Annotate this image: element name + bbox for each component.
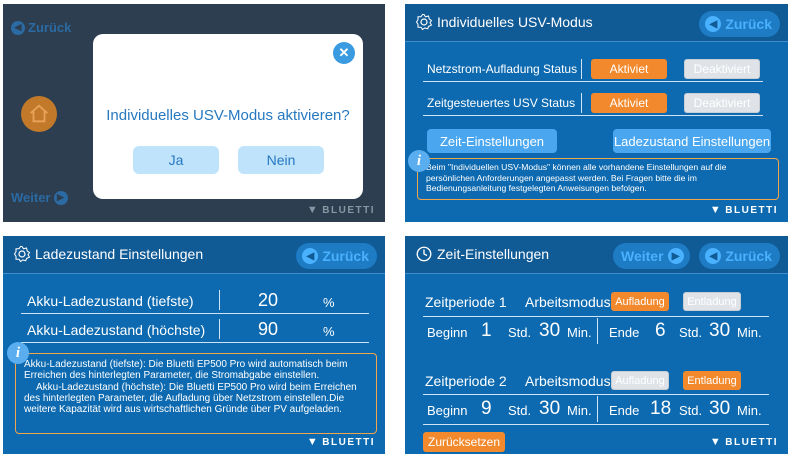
- arrow-left-icon: ◀: [302, 248, 319, 264]
- soc-max-label: Akku-Ladezustand (höchste): [27, 322, 206, 338]
- header: Ladezustand Einstellungen ◀ Zurück: [3, 236, 385, 274]
- divider: [219, 290, 220, 310]
- divider: [597, 396, 598, 422]
- divider: [581, 93, 582, 113]
- confirm-dialog-screen: ◀ Zurück Weiter ▶ ✕ Individuelles USV-Mo…: [3, 4, 385, 222]
- charge-settings-button[interactable]: Ladezustand Einstellungen: [613, 129, 771, 153]
- period-2-charge-button[interactable]: Aufladung: [611, 371, 669, 390]
- close-icon[interactable]: ✕: [333, 42, 355, 64]
- mode-label: Arbeitsmodus:: [525, 294, 615, 310]
- period-2-discharge-button[interactable]: Entladung: [683, 371, 741, 390]
- divider: [597, 318, 598, 344]
- hour-label: Std.: [508, 325, 532, 340]
- grid-charge-activate-button[interactable]: Aktiviet: [591, 59, 667, 79]
- next-button-dimmed[interactable]: Weiter ▶: [11, 190, 68, 205]
- confirm-dialog: ✕ Individuelles USV-Modus aktivieren? Ja…: [93, 34, 363, 199]
- arrow-left-icon: ◀: [11, 20, 25, 35]
- back-button-dimmed[interactable]: ◀ Zurück: [11, 20, 71, 35]
- clock-icon: [416, 246, 432, 262]
- hour-label: Std.: [679, 325, 703, 340]
- yes-button[interactable]: Ja: [133, 146, 219, 174]
- end-label: Ende: [609, 325, 640, 340]
- begin-label: Beginn: [427, 403, 468, 418]
- bluetti-logo: ▼ BLUETTI: [306, 204, 375, 216]
- mode-label: Arbeitsmodus:: [525, 373, 615, 389]
- bluetti-logo: ▼ BLUETTI: [709, 204, 778, 216]
- bluetti-logo: ▼ BLUETTI: [709, 436, 778, 448]
- hour-label: Std.: [508, 403, 532, 418]
- bluetti-logo: ▼ BLUETTI: [306, 436, 375, 448]
- info-text: Beim "Individuellen USV-Modus" können al…: [426, 162, 727, 193]
- info-box: Beim "Individuellen USV-Modus" können al…: [417, 158, 779, 200]
- begin-label: Beginn: [427, 325, 468, 340]
- grid-charge-deactivate-button[interactable]: Deaktiviert: [684, 59, 760, 79]
- time-settings-screen: Zeit-Einstellungen Weiter ▶ ◀ Zurück Zei…: [405, 236, 788, 454]
- divider: [21, 313, 369, 314]
- divider: [423, 316, 769, 317]
- info-box: Akku-Ladezustand (tiefste): Die Bluetti …: [15, 353, 377, 434]
- period-2-label: Zeitperiode 2: [425, 373, 507, 389]
- time-settings-button[interactable]: Zeit-Einstellungen: [427, 129, 557, 153]
- arrow-left-icon: ◀: [705, 16, 722, 32]
- end-label: Ende: [609, 403, 640, 418]
- info-icon: i: [7, 342, 29, 364]
- min-label: Min.: [737, 325, 762, 340]
- soc-min-label: Akku-Ladezustand (tiefste): [27, 293, 194, 309]
- info-text-1: Akku-Ladezustand (tiefste): Die Bluetti …: [24, 359, 348, 382]
- arrow-right-icon: ▶: [667, 248, 684, 264]
- min-label: Min.: [567, 403, 592, 418]
- back-button[interactable]: ◀ Zurück: [296, 243, 377, 269]
- period-2-begin-hour[interactable]: 9: [481, 398, 492, 420]
- gear-icon: [13, 245, 31, 263]
- period-2-begin-min[interactable]: 30: [539, 398, 560, 420]
- header: Zeit-Einstellungen Weiter ▶ ◀ Zurück: [405, 236, 788, 274]
- divider: [423, 394, 769, 395]
- reset-button[interactable]: Zurücksetzen: [423, 432, 505, 452]
- soc-min-value[interactable]: 20: [258, 290, 278, 311]
- home-icon: [30, 104, 48, 123]
- dialog-question: Individuelles USV-Modus aktivieren?: [106, 107, 350, 124]
- ups-mode-screen: Individuelles USV-Modus ◀ Zurück Netzstr…: [405, 4, 788, 222]
- header: Individuelles USV-Modus ◀ Zurück: [405, 4, 788, 42]
- info-text-2: Akku-Ladezustand (höchste): Die Bluetti …: [24, 382, 357, 416]
- divider: [423, 424, 769, 425]
- period-2-end-hour[interactable]: 18: [650, 398, 671, 420]
- grid-charge-status-label: Netzstrom-Aufladung Status: [427, 62, 578, 76]
- soc-max-value[interactable]: 90: [258, 319, 278, 340]
- divider: [581, 59, 582, 79]
- gear-icon: [415, 13, 433, 31]
- back-button[interactable]: ◀ Zurück: [699, 243, 780, 269]
- home-button[interactable]: [21, 96, 57, 132]
- soc-min-unit: %: [323, 295, 335, 310]
- hour-label: Std.: [679, 403, 703, 418]
- timed-ups-status-label: Zeitgesteuertes USV Status: [427, 96, 576, 110]
- period-1-label: Zeitperiode 1: [425, 294, 507, 310]
- period-1-begin-hour[interactable]: 1: [481, 320, 492, 342]
- min-label: Min.: [567, 325, 592, 340]
- divider: [423, 81, 763, 82]
- period-1-end-min[interactable]: 30: [709, 320, 730, 342]
- arrow-left-icon: ◀: [705, 248, 722, 264]
- period-2-end-min[interactable]: 30: [709, 398, 730, 420]
- page-title: Ladezustand Einstellungen: [35, 246, 204, 262]
- period-1-end-hour[interactable]: 6: [655, 320, 666, 342]
- next-button[interactable]: Weiter ▶: [613, 243, 690, 269]
- page-title: Individuelles USV-Modus: [437, 14, 593, 30]
- charge-state-screen: Ladezustand Einstellungen ◀ Zurück Akku-…: [3, 236, 385, 454]
- divider: [219, 319, 220, 339]
- arrow-right-icon: ▶: [53, 190, 68, 205]
- back-button[interactable]: ◀ Zurück: [699, 11, 780, 37]
- divider: [21, 342, 369, 343]
- timed-ups-activate-button[interactable]: Aktiviet: [591, 93, 667, 113]
- period-1-discharge-button[interactable]: Entladung: [683, 292, 741, 311]
- soc-max-unit: %: [323, 324, 335, 339]
- page-title: Zeit-Einstellungen: [437, 246, 550, 262]
- period-1-charge-button[interactable]: Aufladung: [611, 292, 669, 311]
- no-button[interactable]: Nein: [238, 146, 324, 174]
- timed-ups-deactivate-button[interactable]: Deaktiviert: [684, 93, 760, 113]
- min-label: Min.: [737, 403, 762, 418]
- divider: [423, 115, 763, 116]
- period-1-begin-min[interactable]: 30: [539, 320, 560, 342]
- info-icon: i: [408, 150, 430, 172]
